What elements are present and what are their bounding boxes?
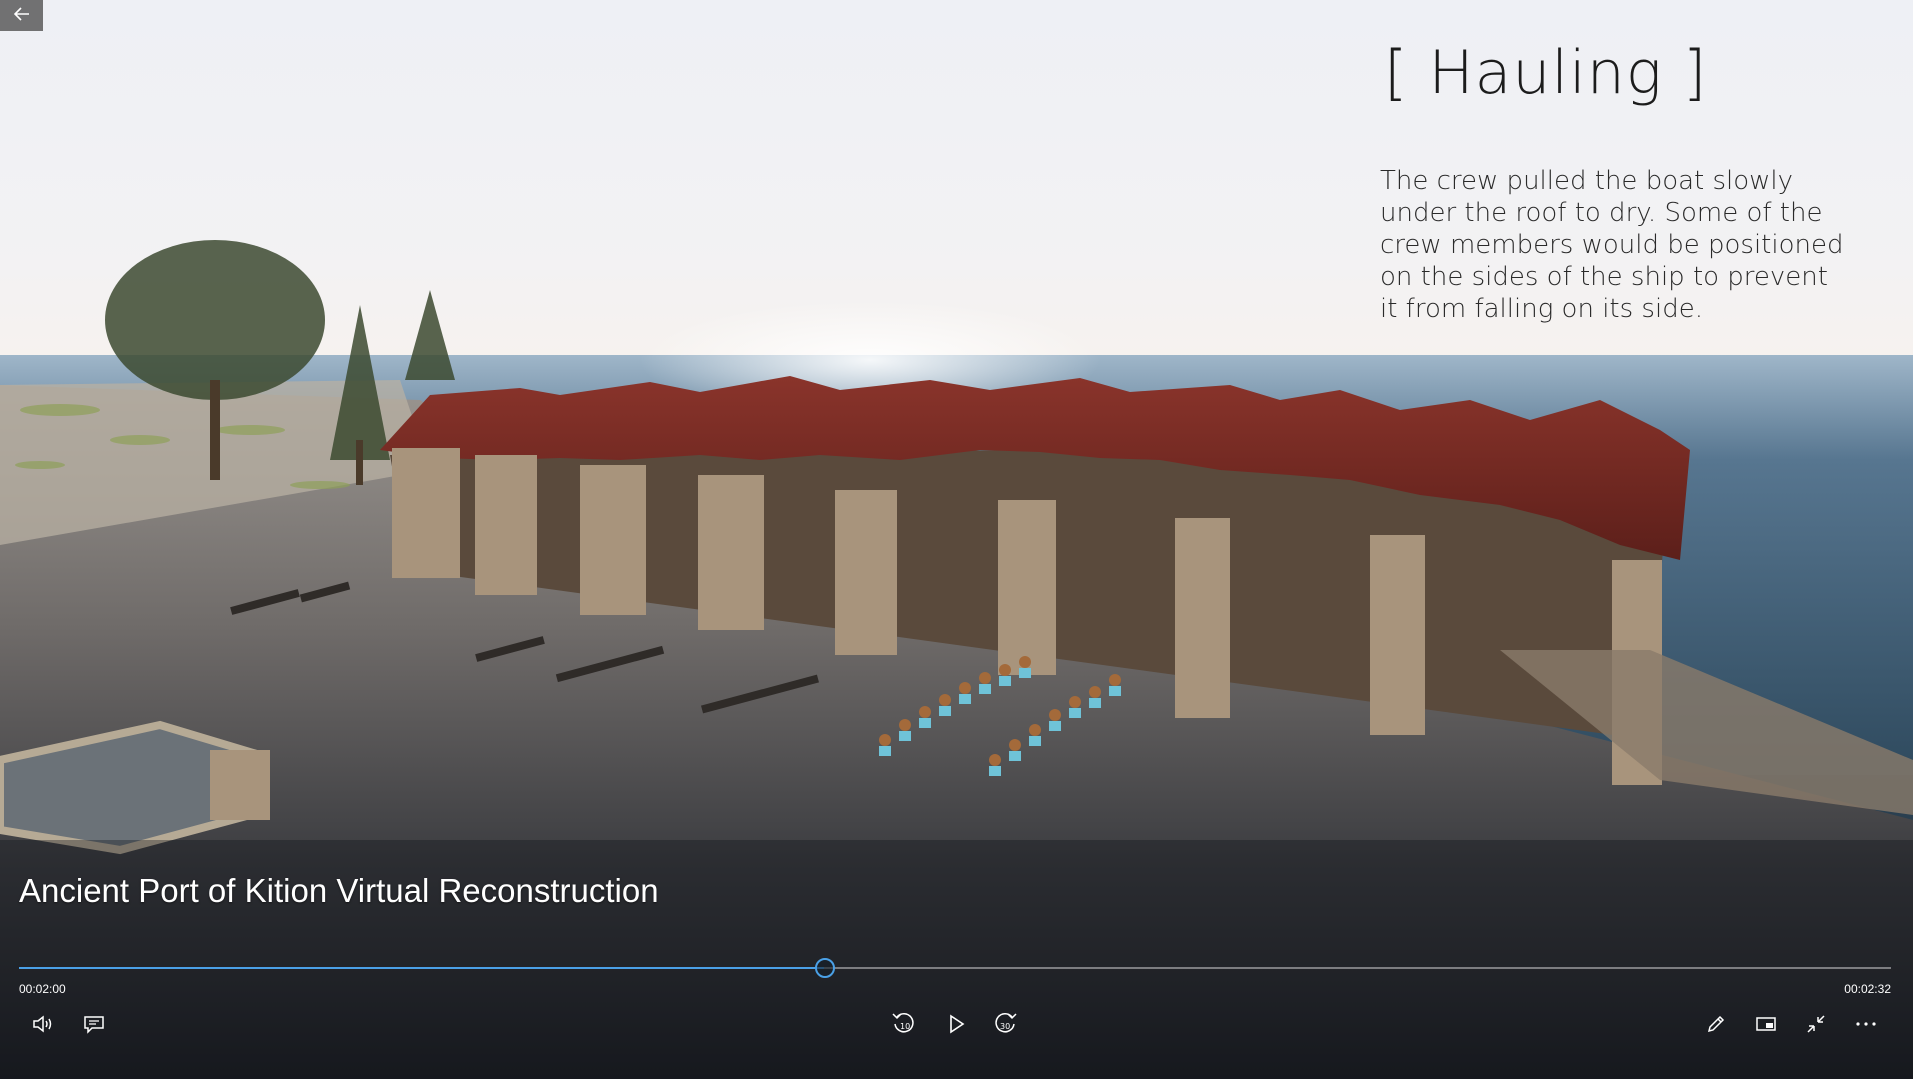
skip-back-button[interactable]: 10 [886,1008,922,1040]
scene-description: The crew pulled the boat slowly under th… [1380,166,1844,324]
play-button[interactable] [938,1008,974,1040]
back-arrow-icon [13,6,30,25]
mini-view-icon [1755,1015,1777,1033]
captions-icon [83,1014,105,1034]
video-player[interactable]: [ Hauling ] The crew pulled the boat slo… [0,0,1913,1079]
back-button[interactable] [0,0,43,31]
total-time: 00:02:32 [1844,982,1891,996]
seek-bar-progress [19,967,824,969]
more-button[interactable] [1848,1008,1884,1040]
more-icon [1855,1021,1877,1027]
volume-icon [32,1014,54,1034]
current-time: 00:02:00 [19,982,66,996]
skip-back-label: 10 [900,1022,910,1031]
mini-view-button[interactable] [1748,1008,1784,1040]
volume-button[interactable] [25,1008,61,1040]
seek-bar-thumb[interactable] [814,958,835,978]
exit-fullscreen-button[interactable] [1798,1008,1834,1040]
video-title: Ancient Port of Kition Virtual Reconstru… [19,872,659,909]
skip-forward-button[interactable]: 30 [987,1008,1023,1040]
captions-button[interactable] [76,1008,112,1040]
scene-illustration [0,240,1913,1079]
skip-forward-label: 30 [1000,1022,1010,1031]
edit-button[interactable] [1698,1008,1734,1040]
seek-bar[interactable] [19,958,1891,978]
scene-title: [ Hauling ] [1384,38,1708,108]
skip-forward-30-icon: 30 [992,1011,1018,1037]
skip-back-10-icon: 10 [891,1011,917,1037]
pencil-icon [1705,1013,1727,1035]
play-icon [946,1013,966,1035]
exit-fullscreen-icon [1805,1013,1827,1035]
